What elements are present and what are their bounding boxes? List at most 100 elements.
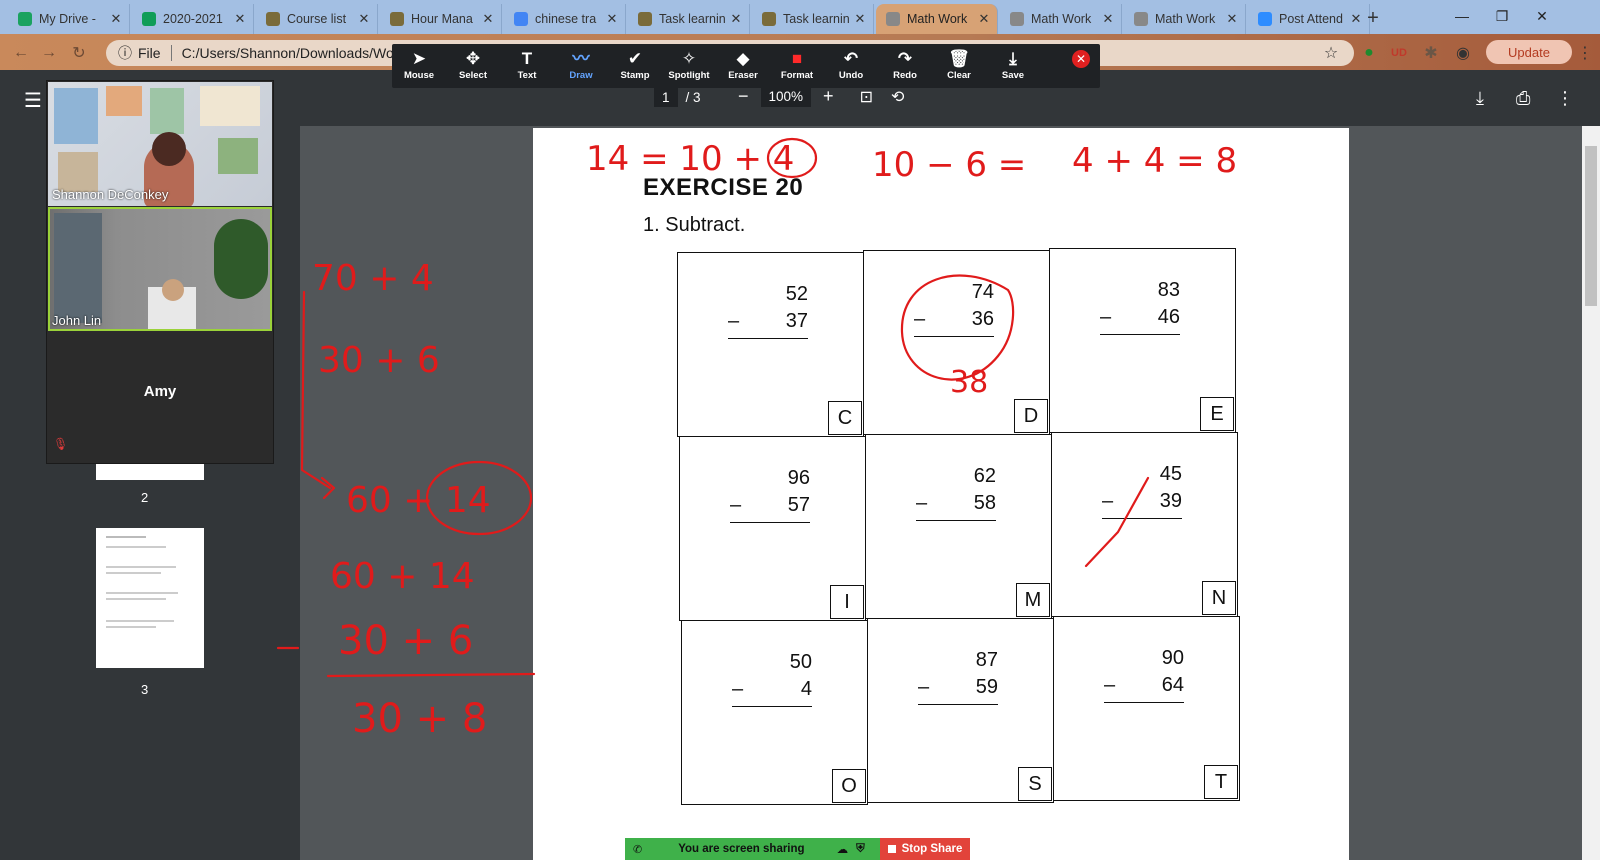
answer-letter-box: I xyxy=(830,585,864,619)
subtrahend: 36 xyxy=(971,308,994,330)
address-path: C:/Users/Shannon/Downloads/Wo xyxy=(181,45,394,61)
tab-close-icon[interactable]: ✕ xyxy=(481,11,495,27)
subtraction-problem: 50 – 4 xyxy=(732,649,812,707)
annotation-tool-eraser[interactable]: ◆ Eraser xyxy=(716,48,770,81)
minimize-icon[interactable]: — xyxy=(1442,0,1482,32)
annotation-tool-label: Save xyxy=(1001,70,1025,81)
tab-close-icon[interactable]: ✕ xyxy=(977,11,991,27)
annotation-tool-redo[interactable]: ↷ Redo xyxy=(878,48,932,81)
subtrahend: 4 xyxy=(800,678,812,700)
participant-name: Shannon DeConkey xyxy=(52,187,169,202)
thumbnail-page-3[interactable] xyxy=(96,528,204,668)
puzzle-icon[interactable]: ✱ xyxy=(1418,40,1444,66)
answer-line xyxy=(916,520,996,521)
answer-line xyxy=(1104,702,1184,703)
update-button[interactable]: Update xyxy=(1486,40,1572,64)
ink-underline xyxy=(326,672,536,678)
answer-letter-box: T xyxy=(1204,765,1238,799)
close-annotation-icon[interactable]: ✕ xyxy=(1072,50,1090,68)
annotation-tool-mouse[interactable]: ➤ Mouse xyxy=(392,48,446,81)
tab-7[interactable]: Math Work ✕ xyxy=(876,4,998,34)
zoom-out-icon[interactable]: − xyxy=(738,86,749,107)
tab-close-icon[interactable]: ✕ xyxy=(853,11,867,27)
answer-letter-box: E xyxy=(1200,397,1234,431)
restore-icon[interactable]: ❐ xyxy=(1482,0,1522,32)
back-icon[interactable]: ← xyxy=(8,40,34,66)
text-icon: T xyxy=(521,49,533,68)
tab-close-icon[interactable]: ✕ xyxy=(109,11,123,27)
share-status: You are screen sharing xyxy=(678,843,805,855)
annotation-tool-save[interactable]: ⤓ Save xyxy=(986,48,1040,81)
scrollbar-thumb[interactable] xyxy=(1585,146,1597,306)
menu-dots-icon[interactable]: ⋮ xyxy=(1572,40,1598,66)
tab-close-icon[interactable]: ✕ xyxy=(729,11,743,27)
new-tab-button[interactable]: + xyxy=(1360,6,1386,30)
annotation-tool-clear[interactable]: 🗑 Clear xyxy=(932,48,986,81)
tab-close-icon[interactable]: ✕ xyxy=(233,11,247,27)
ublock-icon[interactable]: UD xyxy=(1386,40,1412,66)
annotation-tool-format[interactable]: ■ Format xyxy=(770,48,824,81)
tab-8[interactable]: Math Work ✕ xyxy=(1000,4,1122,34)
reload-icon[interactable]: ↻ xyxy=(66,40,92,66)
tab-2[interactable]: Course list ✕ xyxy=(256,4,378,34)
annotation-tool-label: Select xyxy=(459,70,487,81)
hamburger-menu-icon[interactable]: ☰ xyxy=(24,88,42,113)
minus-sign: – xyxy=(1100,306,1112,328)
annotation-tool-label: Undo xyxy=(838,70,864,81)
bookmark-star-icon[interactable]: ☆ xyxy=(1318,40,1344,66)
muted-mic-icon: 🎙 xyxy=(53,437,69,451)
problem-cell: 50 – 4 O xyxy=(681,620,868,805)
annotation-tool-stamp[interactable]: ✔ Stamp xyxy=(608,48,662,81)
fit-page-icon[interactable]: ⊡ xyxy=(860,87,873,107)
annotation-tool-spotlight[interactable]: ✧ Spotlight xyxy=(662,48,716,81)
avatar[interactable]: ◉ xyxy=(1450,40,1476,66)
annotation-tool-label: Redo xyxy=(893,70,917,81)
redo-icon: ↷ xyxy=(897,49,913,68)
info-icon: ⓘ xyxy=(118,45,132,61)
tab-3[interactable]: Hour Mana ✕ xyxy=(380,4,502,34)
share-phone-icon: ✆ xyxy=(633,843,643,856)
check-icon: ✔ xyxy=(627,49,643,68)
screen-share-bar[interactable]: ✆ You are screen sharing ☁ ⛨ xyxy=(625,838,885,860)
zoom-in-icon[interactable]: + xyxy=(823,86,834,107)
print-icon[interactable]: ⎙ xyxy=(1516,88,1530,109)
tab-close-icon[interactable]: ✕ xyxy=(1225,11,1239,27)
tab-1[interactable]: 2020-2021 ✕ xyxy=(132,4,254,34)
minus-sign: – xyxy=(914,308,926,330)
annotation-tool-undo[interactable]: ↶ Undo xyxy=(824,48,878,81)
tab-close-icon[interactable]: ✕ xyxy=(357,11,371,27)
minuend: 50 xyxy=(789,651,812,673)
minuend: 87 xyxy=(975,649,998,671)
stop-share-button[interactable]: Stop Share xyxy=(880,838,970,860)
zoom-level[interactable]: 100% xyxy=(760,86,812,107)
more-options-icon[interactable]: ⋮ xyxy=(1556,88,1574,109)
page-input[interactable]: 1 xyxy=(654,88,678,107)
close-window-icon[interactable]: ✕ xyxy=(1522,0,1562,32)
rotate-icon[interactable]: ⟲ xyxy=(891,87,904,107)
annotation-tool-draw[interactable]: 〰 Draw xyxy=(554,48,608,81)
tab-5[interactable]: Task learnin ✕ xyxy=(628,4,750,34)
answer-letter-box: M xyxy=(1016,583,1050,617)
annotation-tool-select[interactable]: ✥ Select xyxy=(446,48,500,81)
share-cloud-icon: ☁ xyxy=(836,844,849,856)
participant-name: Amy xyxy=(143,383,177,400)
ink-left-6: 30 + 8 xyxy=(352,696,487,742)
tab-close-icon[interactable]: ✕ xyxy=(605,11,619,27)
annotation-tool-label: Draw xyxy=(569,70,593,81)
tab-0[interactable]: My Drive - ✕ xyxy=(8,4,130,34)
draw-icon: 〰 xyxy=(572,49,590,68)
tab-4[interactable]: chinese tra ✕ xyxy=(504,4,626,34)
annotation-tool-text[interactable]: T Text xyxy=(500,48,554,81)
forward-icon[interactable]: → xyxy=(36,40,62,66)
tab-6[interactable]: Task learnin ✕ xyxy=(752,4,874,34)
subtrahend: 39 xyxy=(1159,490,1182,512)
answer-line xyxy=(1100,334,1180,335)
subtrahend: 59 xyxy=(975,676,998,698)
tab-close-icon[interactable]: ✕ xyxy=(1101,11,1115,27)
tab-9[interactable]: Math Work ✕ xyxy=(1124,4,1246,34)
minus-sign: – xyxy=(732,678,744,700)
tab-10[interactable]: Post Attend ✕ xyxy=(1248,4,1370,34)
thumbnail-label: 2 xyxy=(141,490,149,505)
download-icon[interactable]: ⤓ xyxy=(1476,88,1484,109)
extension-icon[interactable]: ● xyxy=(1356,40,1382,66)
